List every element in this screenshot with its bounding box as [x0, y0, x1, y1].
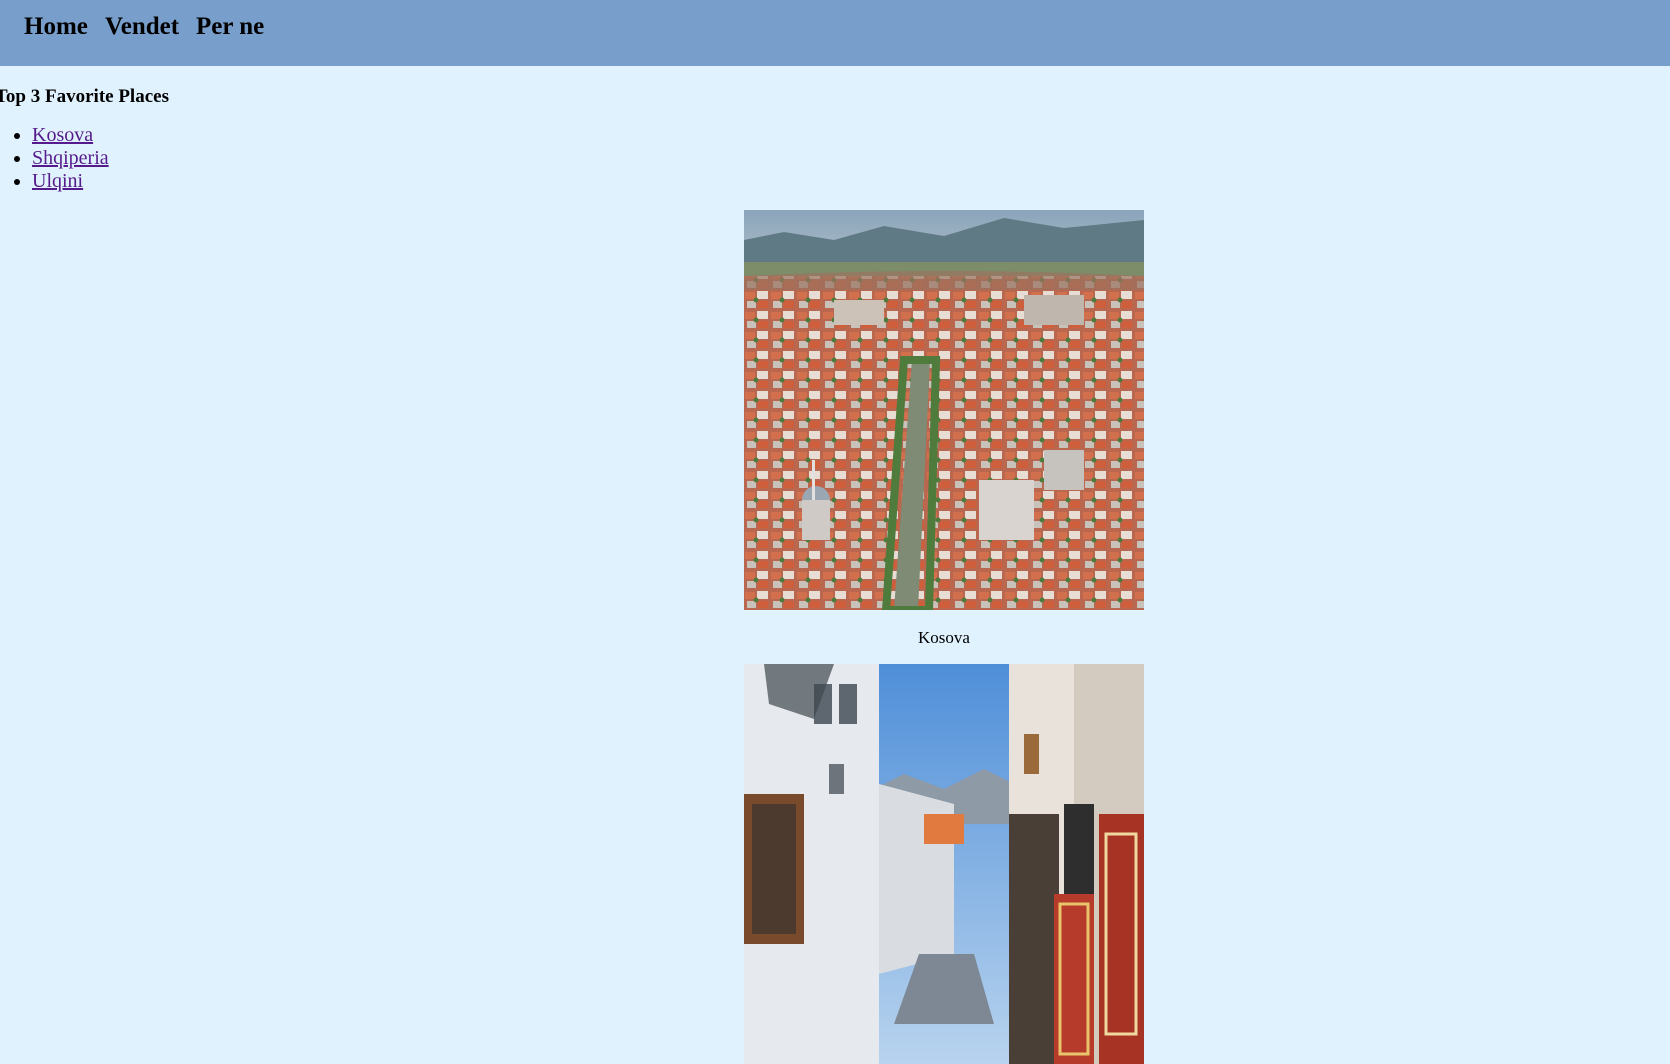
nav-link-per-ne[interactable]: Per ne [196, 13, 264, 41]
figure-shqiperia [744, 664, 1144, 1064]
kosova-city-photo [744, 210, 1144, 610]
shqiperia-street-photo [744, 664, 1144, 1064]
nav-link-home[interactable]: Home [24, 13, 88, 41]
image-caption: Kosova [918, 628, 970, 647]
section-title: Top 3 Favorite Places [0, 86, 169, 107]
place-link-shqiperia[interactable]: Shqiperia [32, 147, 109, 169]
list-item: Shqiperia [32, 147, 109, 170]
place-link-kosova[interactable]: Kosova [32, 124, 93, 146]
list-item: Ulqini [32, 170, 109, 193]
nav-link-vendet[interactable]: Vendet [105, 13, 179, 41]
top-navbar: Home Vendet Per ne [0, 0, 1670, 66]
places-list: Kosova Shqiperia Ulqini [0, 124, 109, 193]
list-item: Kosova [32, 124, 109, 147]
figure-kosova: Kosova [744, 210, 1144, 647]
place-link-ulqini[interactable]: Ulqini [32, 170, 83, 192]
